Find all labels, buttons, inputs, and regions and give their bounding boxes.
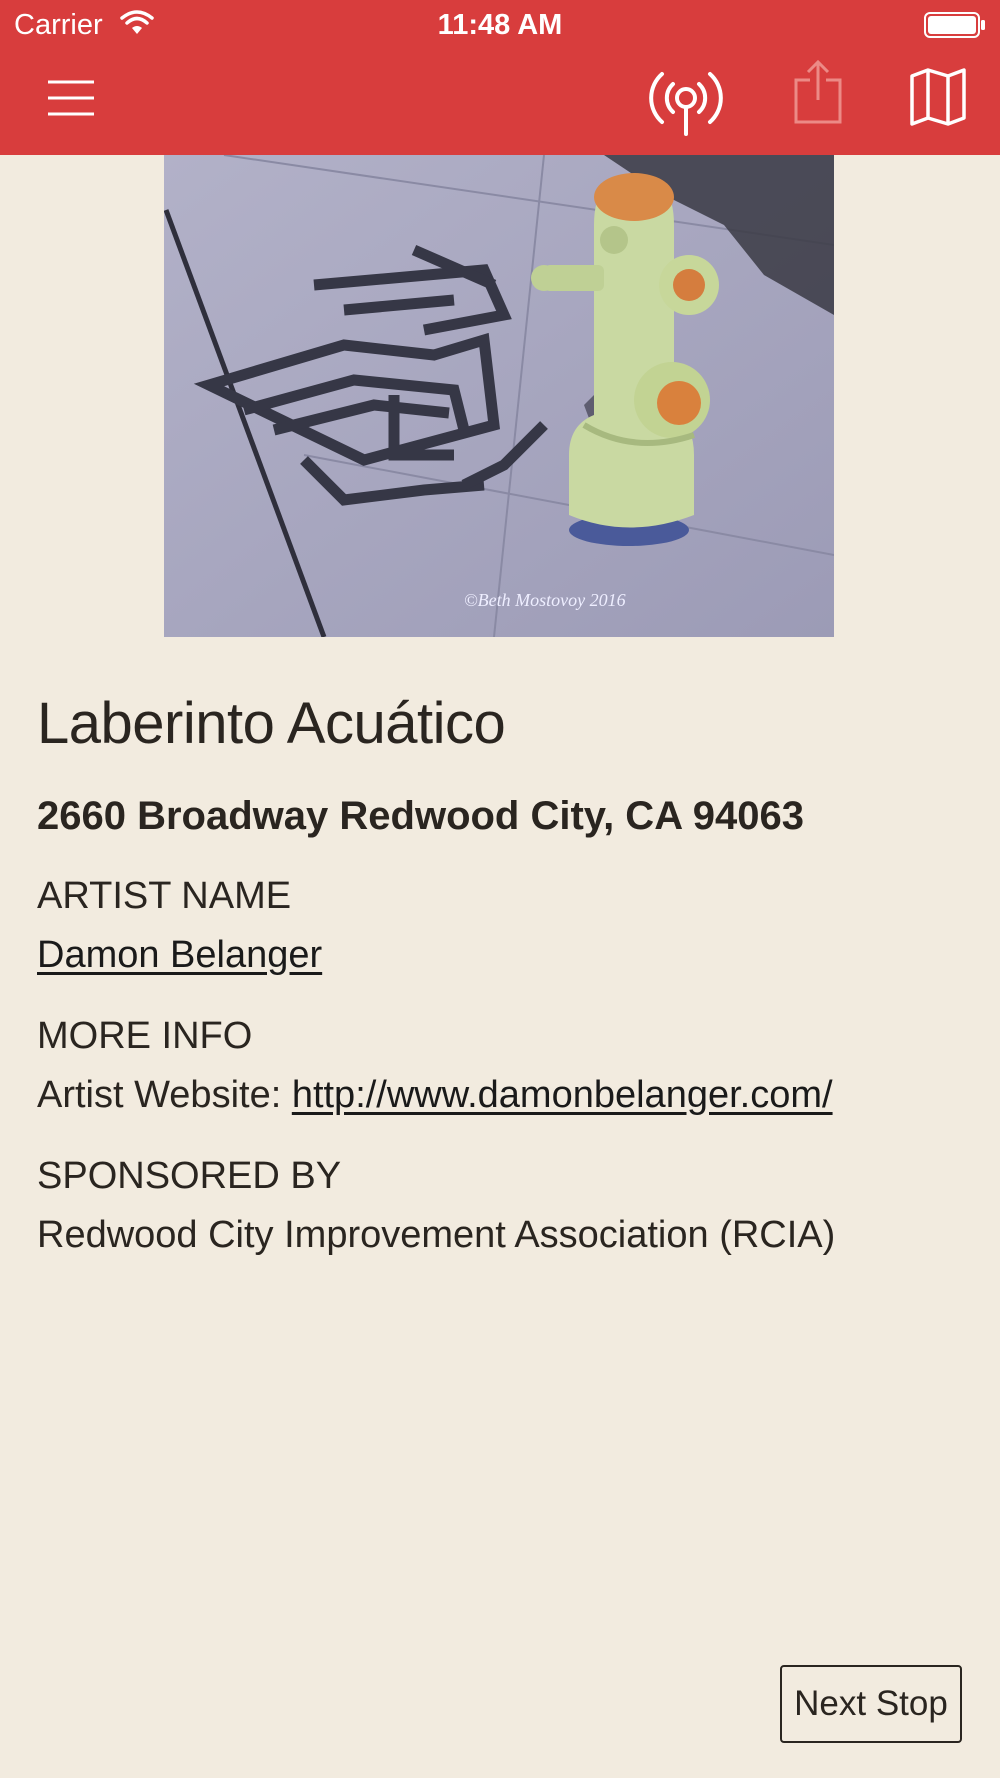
artwork-details: Laberinto Acuático 2660 Broadway Redwood…	[37, 680, 977, 1266]
artwork-title: Laberinto Acuático	[37, 691, 506, 756]
next-stop-button[interactable]: Next Stop	[780, 1665, 962, 1743]
radio-tower-icon[interactable]	[646, 64, 726, 138]
sponsored-by-label: SPONSORED BY	[37, 1155, 342, 1197]
artist-website-row: Artist Website: http://www.damonbelanger…	[37, 1064, 977, 1126]
artist-website-prefix: Artist Website:	[37, 1074, 292, 1116]
artist-name-label: ARTIST NAME	[37, 875, 292, 917]
artist-website-link[interactable]: http://www.damonbelanger.com/	[292, 1074, 833, 1116]
share-icon[interactable]	[790, 58, 846, 126]
artwork-photo: ©Beth Mostovoy 2016	[164, 155, 834, 637]
clock: 11:48 AM	[437, 9, 563, 41]
map-icon[interactable]	[908, 66, 968, 128]
top-navigation-bar: Carrier 11:48 AM	[0, 0, 1000, 155]
sponsor-name: Redwood City Improvement Association (RC…	[37, 1214, 836, 1256]
artwork-address: 2660 Broadway Redwood City, CA 94063	[37, 794, 804, 838]
hamburger-menu-icon[interactable]	[36, 70, 106, 126]
more-info-label: MORE INFO	[37, 1015, 253, 1057]
battery-icon	[924, 12, 985, 38]
photo-watermark: ©Beth Mostovoy 2016	[464, 590, 626, 610]
status-bar: Carrier 11:48 AM	[0, 0, 1000, 50]
artist-name-link[interactable]: Damon Belanger	[37, 934, 322, 976]
